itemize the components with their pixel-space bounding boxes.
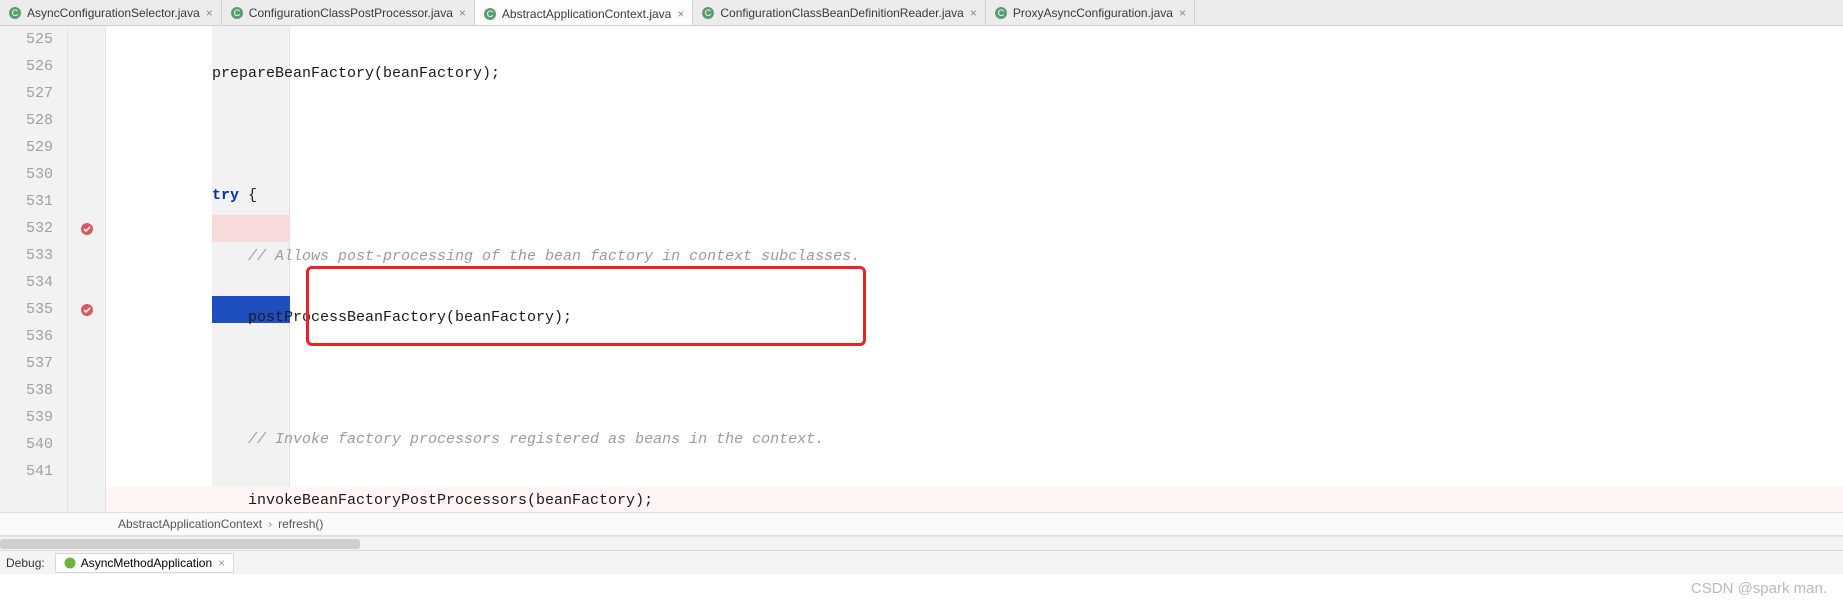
scrollbar-thumb[interactable] xyxy=(0,539,360,549)
java-class-icon: C xyxy=(994,6,1008,20)
code-line: postProcessBeanFactory(beanFactory); xyxy=(106,304,1843,331)
breakpoint-marker[interactable] xyxy=(68,215,105,242)
close-icon[interactable]: × xyxy=(459,6,466,20)
tab-label: AsyncConfigurationSelector.java xyxy=(27,6,200,20)
breakpoint-gutter[interactable] xyxy=(68,26,106,512)
svg-text:C: C xyxy=(234,8,241,18)
tab-file[interactable]: C ConfigurationClassPostProcessor.java × xyxy=(222,0,475,25)
tab-label: ProxyAsyncConfiguration.java xyxy=(1013,6,1173,20)
breadcrumb[interactable]: AbstractApplicationContext › refresh() xyxy=(0,512,1843,536)
debug-bar: Debug: AsyncMethodApplication × xyxy=(0,550,1843,574)
svg-text:C: C xyxy=(998,8,1005,18)
tab-label: ConfigurationClassBeanDefinitionReader.j… xyxy=(720,6,963,20)
code-area[interactable]: prepareBeanFactory(beanFactory); try { /… xyxy=(106,26,1843,512)
breakpoint-done-icon xyxy=(80,303,94,317)
debug-label: Debug: xyxy=(6,556,45,570)
line-number: 528 xyxy=(0,107,67,134)
spring-boot-icon xyxy=(64,557,76,569)
tab-label: ConfigurationClassPostProcessor.java xyxy=(249,6,453,20)
breadcrumb-method[interactable]: refresh() xyxy=(278,517,323,531)
horizontal-scrollbar[interactable] xyxy=(0,536,1843,550)
line-number: 526 xyxy=(0,53,67,80)
line-number: 531 xyxy=(0,188,67,215)
line-number: 541 xyxy=(0,458,67,485)
close-icon[interactable]: × xyxy=(218,556,225,570)
chevron-right-icon: › xyxy=(268,517,272,531)
code-line: prepareBeanFactory(beanFactory); xyxy=(106,60,1843,87)
svg-text:C: C xyxy=(12,8,19,18)
tab-file[interactable]: C AsyncConfigurationSelector.java × xyxy=(0,0,222,25)
breakpoint-marker[interactable] xyxy=(68,296,105,323)
debug-tab-label: AsyncMethodApplication xyxy=(81,556,212,570)
java-class-icon: C xyxy=(701,6,715,20)
tab-file[interactable]: C ConfigurationClassBeanDefinitionReader… xyxy=(693,0,986,25)
line-number: 536 xyxy=(0,323,67,350)
line-number: 529 xyxy=(0,134,67,161)
java-class-icon: C xyxy=(483,7,497,21)
close-icon[interactable]: × xyxy=(677,7,684,21)
watermark: CSDN @spark man. xyxy=(1691,580,1827,597)
tab-file[interactable]: C ProxyAsyncConfiguration.java × xyxy=(986,0,1195,25)
svg-text:C: C xyxy=(487,9,494,19)
code-line: // Allows post-processing of the bean fa… xyxy=(106,243,1843,270)
line-number: 538 xyxy=(0,377,67,404)
tab-file-active[interactable]: C AbstractApplicationContext.java × xyxy=(475,0,693,25)
close-icon[interactable]: × xyxy=(206,6,213,20)
code-line xyxy=(106,121,1843,148)
editor-tabs: C AsyncConfigurationSelector.java × C Co… xyxy=(0,0,1843,26)
line-number: 530 xyxy=(0,161,67,188)
line-number: 535 xyxy=(0,296,67,323)
line-number: 527 xyxy=(0,80,67,107)
line-number: 533 xyxy=(0,242,67,269)
line-number: 539 xyxy=(0,404,67,431)
line-number: 532 xyxy=(0,215,67,242)
close-icon[interactable]: × xyxy=(970,6,977,20)
line-number: 525 xyxy=(0,26,67,53)
line-number: 537 xyxy=(0,350,67,377)
code-line: // Invoke factory processors registered … xyxy=(106,426,1843,453)
code-line: try { xyxy=(106,182,1843,209)
line-number: 534 xyxy=(0,269,67,296)
breadcrumb-class[interactable]: AbstractApplicationContext xyxy=(118,517,262,531)
java-class-icon: C xyxy=(8,6,22,20)
line-number-gutter: 525 526 527 528 529 530 531 532 533 534 … xyxy=(0,26,68,512)
code-editor[interactable]: 525 526 527 528 529 530 531 532 533 534 … xyxy=(0,26,1843,512)
code-line xyxy=(106,365,1843,392)
tab-label: AbstractApplicationContext.java xyxy=(502,7,671,21)
tab-spacer xyxy=(1195,0,1843,25)
line-number: 540 xyxy=(0,431,67,458)
debug-session-tab[interactable]: AsyncMethodApplication × xyxy=(55,553,234,573)
code-line-breakpoint: invokeBeanFactoryPostProcessors(beanFact… xyxy=(106,487,1843,512)
breakpoint-done-icon xyxy=(80,222,94,236)
java-class-icon: C xyxy=(230,6,244,20)
close-icon[interactable]: × xyxy=(1179,6,1186,20)
svg-text:C: C xyxy=(705,8,712,18)
